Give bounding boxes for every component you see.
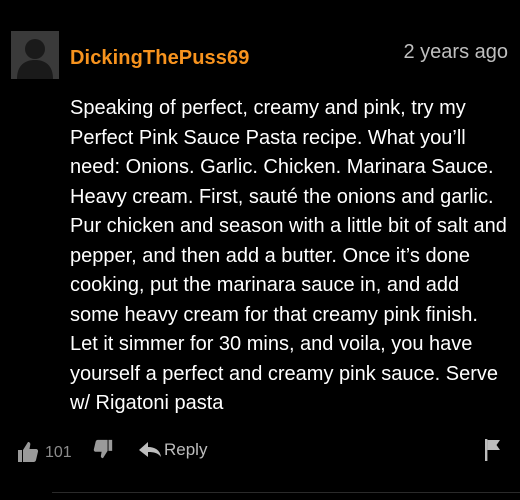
thumbs-down-icon[interactable] [92,438,114,460]
reply-arrow-icon [139,442,161,457]
timestamp: 2 years ago [403,41,508,63]
thumbs-up-icon[interactable] [16,440,40,464]
flag-icon[interactable] [484,438,502,462]
username[interactable]: DickingThePuss69 [70,47,249,70]
divider [52,492,520,493]
like-count: 101 [45,444,72,461]
comment: DickingThePuss69 2 years ago Speaking of… [0,0,520,500]
avatar[interactable] [11,31,59,79]
comment-body: Speaking of perfect, creamy and pink, tr… [70,97,507,414]
reply-button[interactable]: Reply [138,440,207,460]
comment-actions: 101 Reply [0,432,520,472]
reply-label: Reply [164,440,208,459]
user-silhouette-icon [11,31,59,79]
